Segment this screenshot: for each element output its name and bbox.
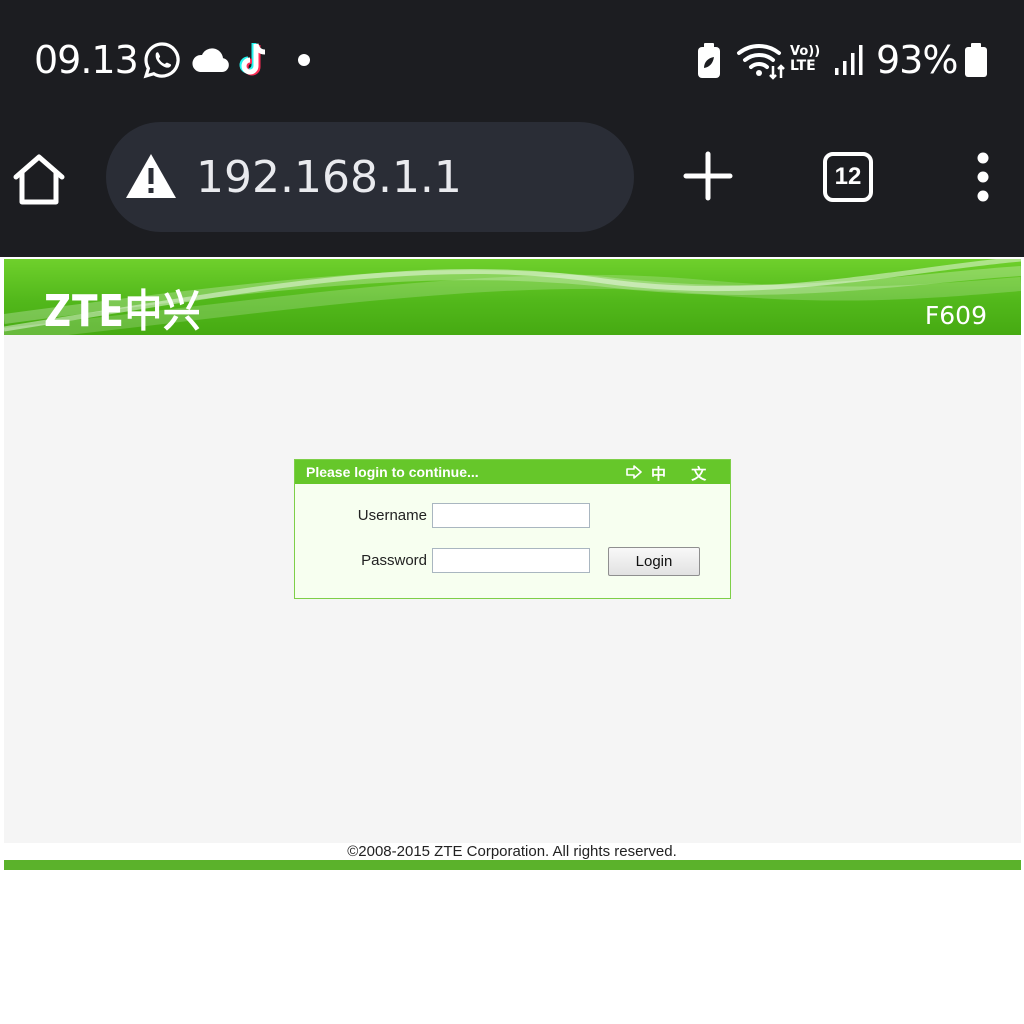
warning-icon[interactable] (124, 152, 178, 200)
username-input[interactable] (432, 503, 590, 528)
language-link[interactable]: 中 文 (651, 463, 716, 484)
page-header-banner: ZTE中兴 F609 (4, 259, 1021, 335)
url-bar[interactable]: 192.168.1.1 (106, 122, 634, 232)
signal-icon (835, 45, 863, 75)
volte-bottom-label: LTE (790, 58, 816, 74)
login-panel-header: Please login to continue... 中 文 (295, 460, 730, 484)
url-text[interactable]: 192.168.1.1 (196, 152, 462, 203)
cloud-icon (192, 48, 229, 72)
router-page: ZTE中兴 F609 Please login to continue... 中… (0, 257, 1024, 1024)
status-time: 09.13 (34, 38, 139, 82)
battery-saver-icon (698, 43, 720, 78)
browser-toolbar: 192.168.1.1 12 (0, 120, 1024, 257)
arrow-right-icon[interactable] (626, 465, 642, 479)
volte-icon: Vo)) LTE (790, 44, 826, 74)
login-title: Please login to continue... (306, 464, 479, 480)
model-name: F609 (924, 301, 987, 330)
wifi-icon (737, 43, 785, 80)
tab-switcher-button[interactable]: 12 (823, 152, 873, 202)
password-input[interactable] (432, 548, 590, 573)
login-panel: Please login to continue... 中 文 Username… (294, 459, 731, 599)
login-button[interactable]: Login (608, 547, 700, 576)
volte-top-label: Vo)) (790, 44, 821, 59)
password-label: Password (361, 552, 427, 569)
copyright-footer: ©2008-2015 ZTE Corporation. All rights r… (347, 843, 677, 860)
footer-bar (4, 860, 1021, 870)
home-icon[interactable] (10, 150, 68, 208)
whatsapp-icon (143, 42, 180, 79)
new-tab-icon[interactable] (682, 150, 734, 202)
more-menu-icon[interactable] (970, 152, 996, 202)
status-bar: 09.13 Vo)) LTE 93% (0, 0, 1024, 120)
main-content: Please login to continue... 中 文 Username… (4, 335, 1021, 843)
dot-icon (298, 54, 310, 66)
username-label: Username (357, 507, 427, 524)
battery-percent: 93% (876, 38, 958, 82)
battery-icon (965, 43, 987, 77)
tiktok-icon (239, 43, 266, 76)
zte-logo: ZTE中兴 (44, 286, 202, 335)
